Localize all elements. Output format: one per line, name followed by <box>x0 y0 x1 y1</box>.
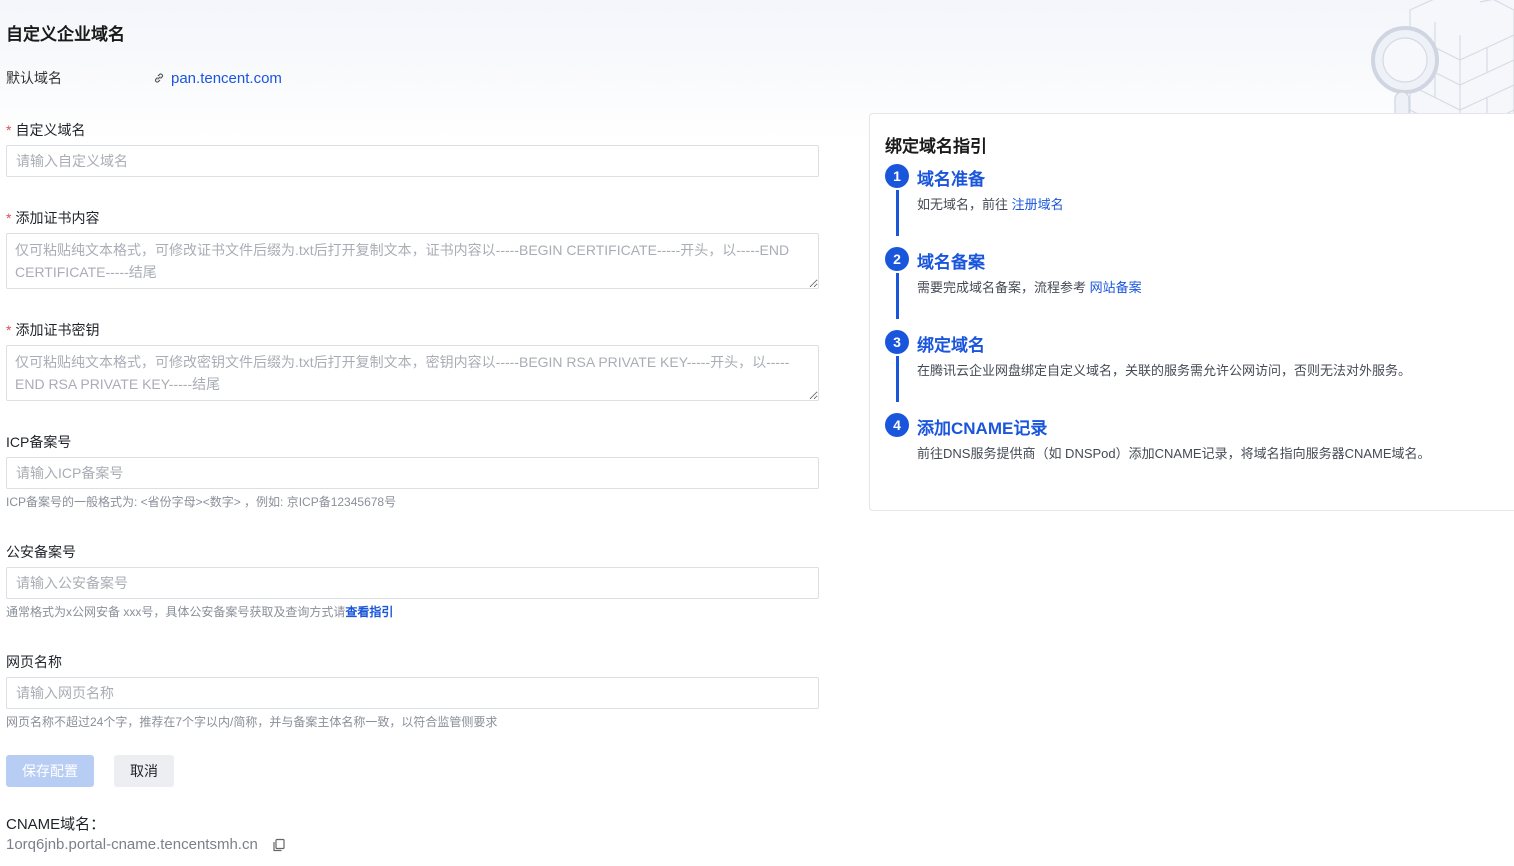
link-icon <box>154 73 164 83</box>
website-filing-link[interactable]: 网站备案 <box>1090 280 1142 295</box>
default-domain-label: 默认域名 <box>6 70 62 86</box>
step-desc: 在腾讯云企业网盘绑定自定义域名，关联的服务需允许公网访问，否则无法对外服务。 <box>917 363 1412 378</box>
save-button[interactable]: 保存配置 <box>6 755 94 787</box>
step-title: 域名准备 <box>917 170 985 189</box>
private-key-label: * 添加证书密钥 <box>6 322 100 338</box>
page-name-hint: 网页名称不超过24个字，推荐在7个字以内/简称，并与备案主体名称一致，以符合监管… <box>6 715 498 729</box>
required-mark: * <box>6 210 12 226</box>
step-number: 3 <box>885 330 909 354</box>
default-domain-row: 默认域名 pan.tencent.com <box>6 69 282 87</box>
guide-panel: 绑定域名指引 1 域名准备 如无域名，前往 注册域名 2 域名备案 需要完成域名… <box>869 113 1514 511</box>
cname-label: CNAME域名： <box>6 816 106 833</box>
cname-value: 1orq6jnb.portal-cname.tencentsmh.cn <box>6 836 258 853</box>
cname-row: 1orq6jnb.portal-cname.tencentsmh.cn <box>6 836 286 853</box>
police-hint: 通常格式为x公网安备 xxx号，具体公安备案号获取及查询方式请查看指引 <box>6 605 394 619</box>
guide-title: 绑定域名指引 <box>885 137 987 156</box>
step-connector <box>896 356 899 402</box>
step-title: 域名备案 <box>917 253 985 272</box>
icp-hint: ICP备案号的一般格式为: <省份字母><数字> ，例如: 京ICP备12345… <box>6 495 397 509</box>
police-label: 公安备案号 <box>6 544 76 560</box>
custom-domain-label: * 自定义域名 <box>6 122 86 138</box>
page-title: 自定义企业域名 <box>6 25 125 44</box>
step-title: 添加CNAME记录 <box>917 419 1048 438</box>
certificate-label: * 添加证书内容 <box>6 210 100 226</box>
step-title: 绑定域名 <box>917 336 985 355</box>
step-number: 4 <box>885 413 909 437</box>
private-key-textarea[interactable] <box>6 345 819 401</box>
step-connector <box>896 273 899 319</box>
step-number: 2 <box>885 247 909 271</box>
icp-label: ICP备案号 <box>6 434 72 450</box>
step-desc: 前往DNS服务提供商（如 DNSPod）添加CNAME记录，将域名指向服务器CN… <box>917 446 1431 461</box>
default-domain-link[interactable]: pan.tencent.com <box>171 70 282 87</box>
step-number: 1 <box>885 164 909 188</box>
step-desc: 需要完成域名备案，流程参考 网站备案 <box>917 280 1142 295</box>
cancel-button[interactable]: 取消 <box>114 755 174 787</box>
required-mark: * <box>6 322 12 338</box>
step-connector <box>896 190 899 236</box>
required-mark: * <box>6 122 12 138</box>
certificate-textarea[interactable] <box>6 233 819 289</box>
register-domain-link[interactable]: 注册域名 <box>1012 197 1064 212</box>
custom-domain-input[interactable] <box>6 145 819 177</box>
step-desc: 如无域名，前往 注册域名 <box>917 197 1064 212</box>
page-name-label: 网页名称 <box>6 654 62 670</box>
icp-input[interactable] <box>6 457 819 489</box>
view-guide-link[interactable]: 查看指引 <box>345 605 393 619</box>
page-name-input[interactable] <box>6 677 819 709</box>
police-input[interactable] <box>6 567 819 599</box>
copy-icon[interactable] <box>272 838 286 852</box>
